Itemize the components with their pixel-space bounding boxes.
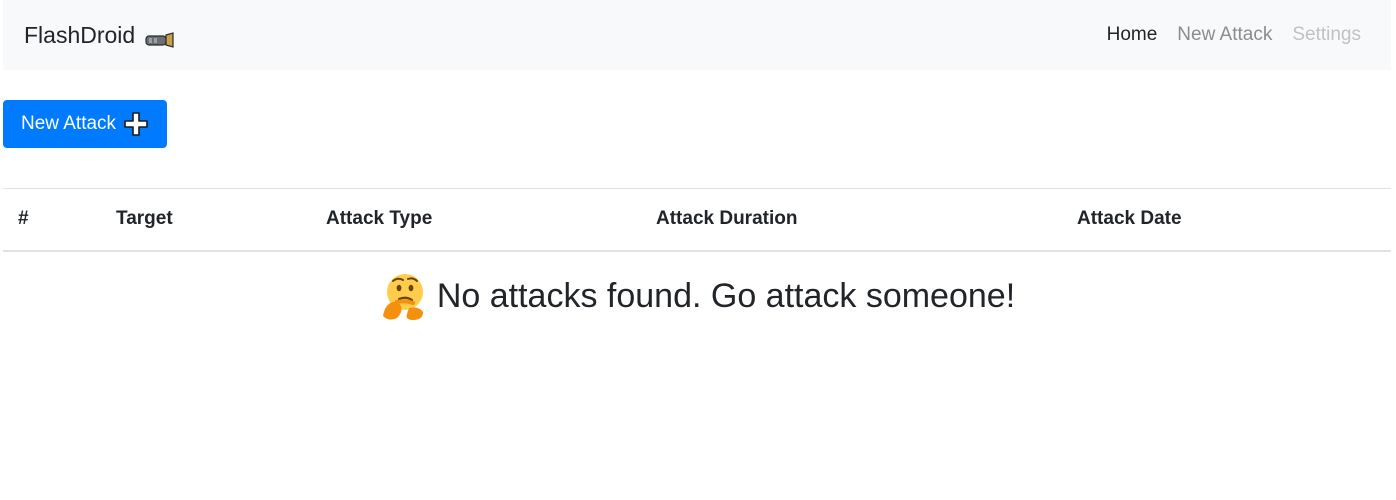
plus-icon [123, 111, 149, 137]
table-header: # Target Attack Type Attack Duration Att… [3, 188, 1391, 252]
empty-state: No attacks found. Go attack someone! [3, 272, 1391, 322]
flashlight-icon [145, 27, 175, 48]
column-header-attack-type: Attack Type [311, 188, 641, 252]
column-header-number: # [3, 188, 101, 252]
nav-links: Home New Attack Settings [1107, 24, 1361, 46]
brand-name: FlashDroid [24, 21, 136, 48]
column-header-attack-date: Attack Date [1062, 188, 1391, 252]
empty-state-message: No attacks found. Go attack someone! [436, 277, 1016, 315]
actions-bar: New Attack [3, 70, 1391, 168]
new-attack-button-label: New Attack [21, 113, 117, 134]
column-header-target: Target [101, 188, 311, 252]
navbar: FlashDroid Home New Attack Settings [3, 0, 1391, 70]
page: FlashDroid Home New Attack Settings New … [0, 0, 1396, 500]
attacks-table-wrapper: # Target Attack Type Attack Duration Att… [3, 188, 1391, 252]
table-header-row: # Target Attack Type Attack Duration Att… [3, 188, 1391, 252]
nav-settings-link: Settings [1292, 24, 1361, 45]
nav-home-link[interactable]: Home [1107, 24, 1158, 46]
brand-link[interactable]: FlashDroid [23, 22, 175, 49]
attacks-table: # Target Attack Type Attack Duration Att… [3, 188, 1391, 252]
nav-new-attack-link[interactable]: New Attack [1177, 24, 1272, 46]
new-attack-button[interactable]: New Attack [3, 100, 168, 148]
thinking-face-icon [379, 272, 427, 322]
column-header-attack-duration: Attack Duration [641, 188, 1062, 252]
